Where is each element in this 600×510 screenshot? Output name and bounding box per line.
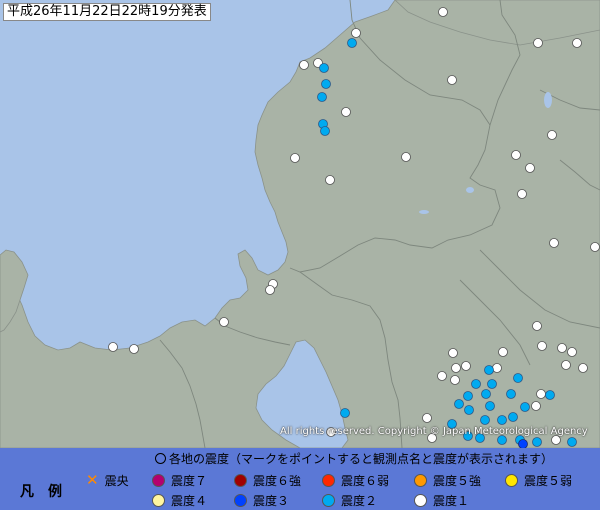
legend-intensity-4-label: 震度４ (171, 493, 208, 508)
legend-note-text: 各地の震度（マークをポイントすると観測点名と震度が表示されます） (169, 452, 554, 466)
legend-intensity-6-upper: 震度６強 (234, 472, 301, 488)
legend-intensity-6-upper-label: 震度６強 (253, 473, 302, 488)
intensity-6-upper-dot-icon (234, 473, 247, 487)
legend-intensity-5-lower-label: 震度５弱 (524, 473, 573, 488)
legend-intensity-6-lower-label: 震度６弱 (341, 473, 390, 488)
legend-intensity-3-label: 震度３ (253, 493, 290, 508)
legend-intensity-3: 震度３ (234, 492, 289, 508)
legend-intensity-2: 震度２ (322, 492, 377, 508)
intensity-5-upper-dot-icon (414, 473, 427, 487)
copyright-notice: All rights reserved. Copyright © Japan M… (280, 426, 588, 437)
legend-intensity-2-label: 震度２ (341, 493, 378, 508)
seismic-intensity-map: 平成26年11月22日22時19分発表 All rights reserved.… (0, 0, 600, 448)
legend-intensity-5-lower: 震度５弱 (505, 472, 572, 488)
intensity-4-dot-icon (152, 493, 165, 507)
legend-intensity-4: 震度４ (152, 492, 207, 508)
intensity-5-lower-dot-icon (505, 473, 518, 487)
legend-epicenter: ✕ 震央 (86, 472, 129, 488)
legend-intensity-5-upper-label: 震度５強 (433, 473, 482, 488)
stations-intensity-3[interactable] (518, 439, 528, 449)
intensity-6-lower-dot-icon (322, 473, 335, 487)
intensity-2-dot-icon (322, 493, 335, 507)
legend-intensity-5-upper: 震度５強 (414, 472, 481, 488)
open-circle-icon (155, 453, 166, 464)
issued-timestamp: 平成26年11月22日22時19分発表 (3, 3, 211, 21)
legend-note: 各地の震度（マークをポイントすると観測点名と震度が表示されます） (155, 451, 553, 467)
legend-intensity-6-lower: 震度６弱 (322, 472, 389, 488)
intensity-1-dot-icon (414, 493, 427, 507)
legend-title: 凡例 (20, 484, 76, 500)
intensity-3-dot-icon (234, 493, 247, 507)
legend-intensity-7-label: 震度７ (171, 473, 208, 488)
legend-panel: 各地の震度（マークをポイントすると観測点名と震度が表示されます） 凡例 ✕ 震央… (0, 448, 600, 510)
intensity-7-dot-icon (152, 473, 165, 487)
map-canvas (0, 0, 600, 448)
legend-intensity-7: 震度７ (152, 472, 207, 488)
legend-intensity-1-label: 震度１ (433, 493, 470, 508)
x-mark-icon: ✕ (86, 471, 99, 489)
legend-epicenter-label: 震央 (104, 473, 129, 488)
legend-intensity-1: 震度１ (414, 492, 469, 508)
